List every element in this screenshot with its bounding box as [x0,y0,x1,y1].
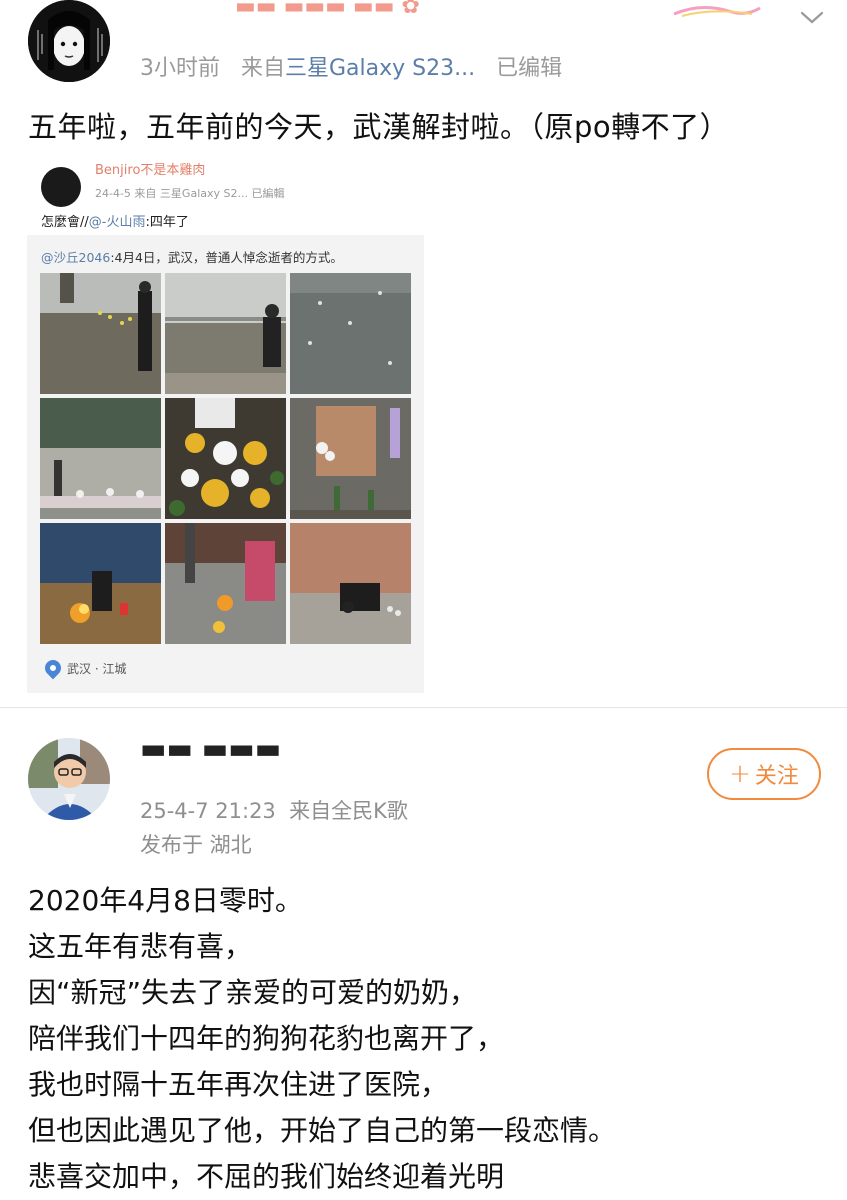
post-source-prefix: 来自 [240,56,285,81]
photo-burning-offering-1 [40,523,161,644]
photo-flowers-sign [290,398,411,519]
post-text: 五年啦，五年前的今天，武漢解封啦。（原po轉不了） [28,110,730,144]
post-body: 2020年4月8日零时。 这五年有悲有喜， 因“新冠”失去了亲爱的可爱的奶奶， … [28,878,616,1200]
body-line: 2020年4月8日零时。 [28,884,303,917]
location-pin-icon [41,656,65,680]
decoration-badge-icon [673,6,761,17]
photo-riverbank-1 [40,273,161,394]
photo-kneeling-person [290,523,411,644]
embedded-retweet-text: @沙丘2046:4月4日，武汉，普通人悼念逝者的方式。 [41,247,343,266]
photo-memorial-wall [40,398,161,519]
location-tag[interactable]: 武汉 · 江城 [41,656,127,680]
embedded-meta: 24-4-5 来自 三星Galaxy S2... 已編輯 [95,187,285,200]
avatar[interactable] [28,0,110,82]
post-source: 来自全民K歌 [289,799,408,823]
follow-button[interactable]: + 关注 [707,748,821,800]
plus-icon: + [729,759,751,789]
post-location: 发布于 湖北 [140,833,252,857]
photo-flowers-yellow [165,398,286,519]
body-line: 这五年有悲有喜， [28,930,253,963]
retweet-mention: @沙丘2046 [41,250,111,265]
body-line: 陪伴我们十四年的狗狗花豹也离开了， [28,1022,505,1055]
photo-grid [40,273,412,644]
embedded-mention: @-火山雨 [88,215,146,230]
username-blurred[interactable]: ▬▬ ▬▬▬ ▬▬ ✿ [235,0,465,18]
embedded-text: 怎麼會//@-火山雨:四年了 [41,211,189,230]
body-line: 因“新冠”失去了亲爱的可爱的奶奶， [28,976,478,1009]
post-source-link[interactable]: 三星Galaxy S23... [285,56,475,81]
post-meta: 3小时前 来自三星Galaxy S23... 已编辑 [140,50,562,82]
post-time: 3小时前 [140,56,220,81]
body-line: 但也因此遇见了他，开始了自己的第一段恋情。 [28,1114,617,1147]
post-divider [0,707,847,708]
follow-label: 关注 [754,764,799,789]
retweet-body: :4月4日，武汉，普通人悼念逝者的方式。 [110,250,343,265]
location-text: 武汉 · 江城 [67,661,127,676]
username-blurred[interactable]: ▬▬ ▬▬▬ ▬ [140,742,280,756]
body-line: 我也时隔十五年再次住进了医院， [28,1068,449,1101]
edited-label: 已编辑 [496,56,563,81]
embedded-text-prefix: 怎麼會// [41,215,89,230]
photo-riverbank-2 [165,273,286,394]
photo-burning-offering-2 [165,523,286,644]
embedded-username: Benjiro不是本雞肉 [95,163,206,178]
chevron-down-icon[interactable] [798,6,826,28]
embedded-screenshot[interactable]: Benjiro不是本雞肉 24-4-5 来自 三星Galaxy S2... 已編… [27,155,424,693]
body-line: 悲喜交加中，不屈的我们始终迎着光明 [28,1160,505,1193]
avatar[interactable] [28,738,110,820]
post-datetime: 25-4-7 21:23 [140,799,276,823]
embedded-text-suffix: :四年了 [145,215,189,230]
embedded-avatar [41,167,81,207]
photo-river-water [290,273,411,394]
post-meta: 25-4-7 21:23 来自全民K歌 [140,795,408,825]
